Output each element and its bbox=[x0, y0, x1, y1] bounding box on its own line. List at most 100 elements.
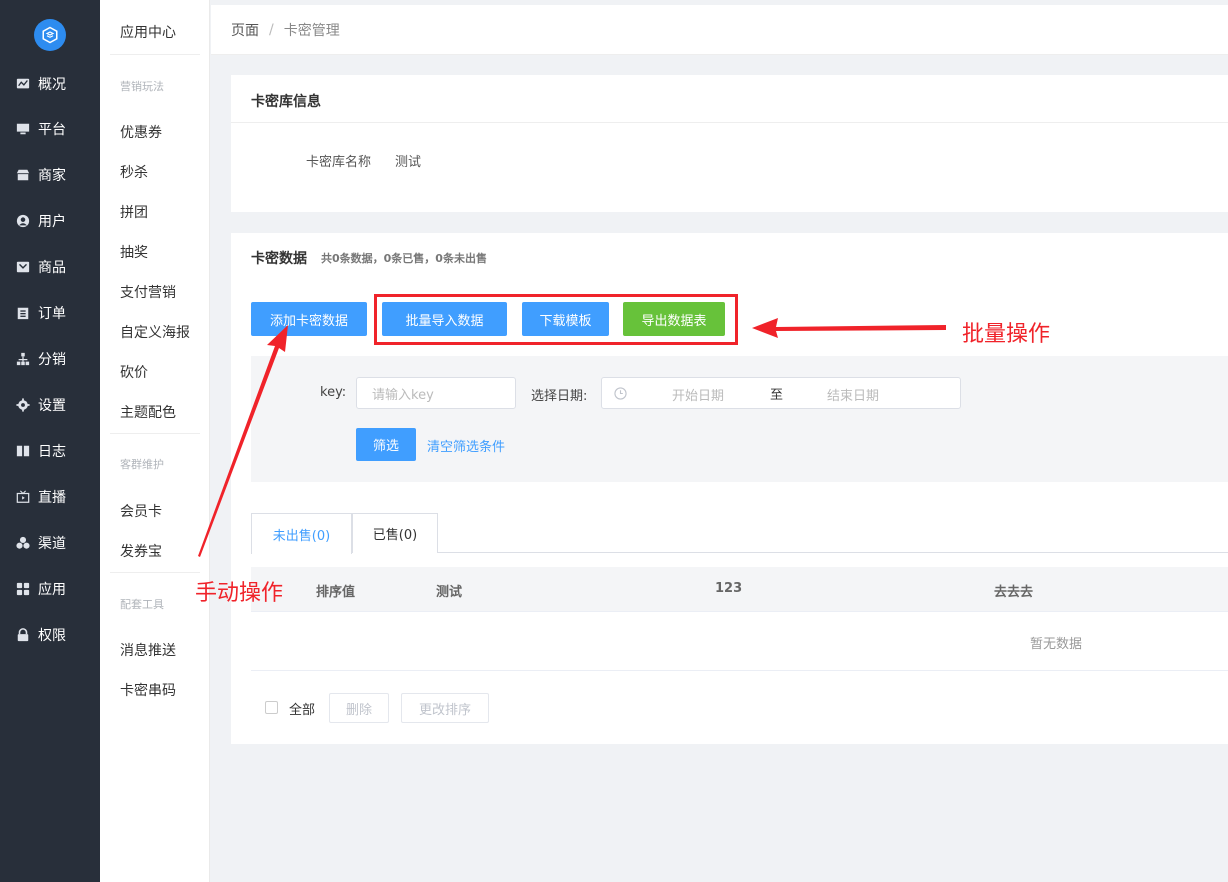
empty-text: 暂无数据 bbox=[1030, 637, 1083, 652]
card-title: 卡密数据 bbox=[251, 251, 307, 267]
nav-item-merchant[interactable]: 商家 bbox=[0, 161, 100, 189]
nav-label: 用户 bbox=[38, 214, 66, 230]
gear-icon bbox=[16, 398, 30, 412]
start-date-placeholder[interactable]: 开始日期 bbox=[672, 385, 724, 404]
library-name-label: 卡密库名称 bbox=[306, 155, 372, 170]
range-separator: 至 bbox=[770, 388, 784, 403]
breadcrumb-separator: / bbox=[269, 21, 274, 38]
nav-label: 订单 bbox=[38, 306, 66, 322]
menu-item-bargain[interactable]: 砍价 bbox=[120, 362, 148, 382]
table-header: 排序值 测试 123 去去去 bbox=[251, 567, 1228, 612]
nav-item-product[interactable]: 商品 bbox=[0, 253, 100, 281]
tab-sold[interactable]: 已售(0) bbox=[352, 513, 438, 553]
divider bbox=[231, 122, 1228, 123]
nav-item-order[interactable]: 订单 bbox=[0, 299, 100, 327]
select-all-checkbox[interactable] bbox=[265, 701, 278, 714]
menu-group-heading: 客群维护 bbox=[120, 458, 164, 471]
column-header: 测试 bbox=[436, 585, 463, 600]
breadcrumb-current: 卡密管理 bbox=[283, 22, 340, 39]
secondary-menu: 应用中心 营销玩法 优惠券 秒杀 拼团 抽奖 支付营销 自定义海报 砍价 主题配… bbox=[100, 0, 210, 882]
nav-item-apps[interactable]: 应用 bbox=[0, 575, 100, 603]
end-date-placeholder[interactable]: 结束日期 bbox=[827, 385, 879, 404]
nav-item-channel[interactable]: 渠道 bbox=[0, 529, 100, 557]
nav-label: 概况 bbox=[38, 77, 66, 93]
breadcrumb: 页面 / 卡密管理 bbox=[211, 5, 1228, 55]
nav-label: 渠道 bbox=[38, 536, 66, 552]
download-template-button[interactable]: 下载模板 bbox=[522, 302, 609, 336]
monitor-icon bbox=[16, 123, 30, 135]
card-library-info: 卡密库信息 卡密库名称 测试 bbox=[231, 75, 1228, 212]
menu-item-card-code[interactable]: 卡密串码 bbox=[120, 680, 176, 700]
menu-group-heading: 营销玩法 bbox=[120, 80, 164, 93]
data-summary: 共0条数据，0条已售，0条未出售 bbox=[321, 252, 487, 265]
key-label: key: bbox=[320, 385, 347, 400]
grid-icon bbox=[16, 582, 30, 596]
nav-item-overview[interactable]: 概况 bbox=[0, 70, 100, 98]
book-icon bbox=[16, 445, 30, 457]
nav-item-settings[interactable]: 设置 bbox=[0, 391, 100, 419]
add-card-data-button[interactable]: 添加卡密数据 bbox=[251, 302, 367, 336]
breadcrumb-root[interactable]: 页面 bbox=[231, 20, 259, 40]
product-icon bbox=[16, 261, 30, 273]
tv-icon bbox=[16, 490, 30, 503]
menu-group-heading: 配套工具 bbox=[120, 598, 164, 611]
column-header[interactable]: 排序值 bbox=[316, 581, 355, 600]
nav-label: 平台 bbox=[38, 122, 66, 138]
menu-item-pay-marketing[interactable]: 支付营销 bbox=[120, 282, 176, 302]
menu-item-group-buy[interactable]: 拼团 bbox=[120, 202, 148, 222]
menu-title: 应用中心 bbox=[120, 25, 176, 41]
nav-item-live[interactable]: 直播 bbox=[0, 483, 100, 511]
cluster-icon bbox=[16, 536, 30, 549]
menu-item-message-push[interactable]: 消息推送 bbox=[120, 640, 176, 660]
app-logo[interactable] bbox=[34, 19, 66, 51]
key-input[interactable]: 请输入key bbox=[356, 377, 516, 409]
menu-item-theme-color[interactable]: 主题配色 bbox=[120, 402, 176, 422]
batch-import-button[interactable]: 批量导入数据 bbox=[382, 302, 507, 336]
menu-item-lottery[interactable]: 抽奖 bbox=[120, 242, 148, 262]
menu-divider bbox=[110, 433, 200, 434]
menu-item-member-card[interactable]: 会员卡 bbox=[120, 501, 162, 521]
clipboard-icon bbox=[17, 307, 29, 320]
clear-filter-link[interactable]: 清空筛选条件 bbox=[427, 436, 505, 455]
nav-label: 直播 bbox=[38, 490, 66, 506]
nav-label: 分销 bbox=[38, 352, 66, 368]
logo-icon bbox=[42, 26, 58, 44]
annotation-manual-label: 手动操作 bbox=[195, 581, 284, 606]
menu-divider bbox=[110, 572, 200, 573]
filter-button[interactable]: 筛选 bbox=[356, 428, 416, 461]
menu-item-flash-sale[interactable]: 秒杀 bbox=[120, 162, 148, 182]
export-table-button[interactable]: 导出数据表 bbox=[623, 302, 725, 336]
date-label: 选择日期: bbox=[531, 389, 588, 404]
key-placeholder: 请输入key bbox=[372, 387, 434, 403]
tab-unsold[interactable]: 未出售(0) bbox=[251, 513, 352, 554]
reorder-button[interactable]: 更改排序 bbox=[401, 693, 489, 723]
lock-icon bbox=[17, 628, 29, 642]
menu-item-coupon-treasure[interactable]: 发券宝 bbox=[120, 541, 162, 561]
nav-label: 商品 bbox=[38, 260, 66, 276]
nav-item-platform[interactable]: 平台 bbox=[0, 115, 100, 143]
filter-panel bbox=[251, 356, 1228, 482]
nav-label: 商家 bbox=[38, 168, 66, 184]
clock-icon bbox=[614, 387, 627, 400]
nav-label: 日志 bbox=[38, 444, 66, 460]
nav-item-distribution[interactable]: 分销 bbox=[0, 345, 100, 373]
select-all-label[interactable]: 全部 bbox=[289, 699, 315, 718]
library-name-value: 测试 bbox=[395, 155, 422, 170]
menu-item-coupon[interactable]: 优惠券 bbox=[120, 122, 162, 142]
menu-divider bbox=[110, 54, 200, 55]
menu-item-custom-poster[interactable]: 自定义海报 bbox=[120, 322, 190, 342]
date-range-picker[interactable]: 开始日期 至 结束日期 bbox=[601, 377, 961, 409]
table-empty-row: 暂无数据 bbox=[251, 612, 1228, 671]
nav-item-user[interactable]: 用户 bbox=[0, 207, 100, 235]
nav-item-permission[interactable]: 权限 bbox=[0, 621, 100, 649]
nav-item-log[interactable]: 日志 bbox=[0, 437, 100, 465]
nav-label: 权限 bbox=[38, 628, 66, 644]
column-header: 123 bbox=[715, 581, 743, 596]
delete-button[interactable]: 删除 bbox=[329, 693, 389, 723]
network-icon bbox=[16, 352, 30, 366]
nav-label: 应用 bbox=[38, 582, 66, 598]
card-title: 卡密库信息 bbox=[251, 94, 321, 110]
nav-label: 设置 bbox=[38, 398, 66, 414]
user-icon bbox=[16, 214, 30, 228]
chart-icon bbox=[16, 78, 30, 89]
